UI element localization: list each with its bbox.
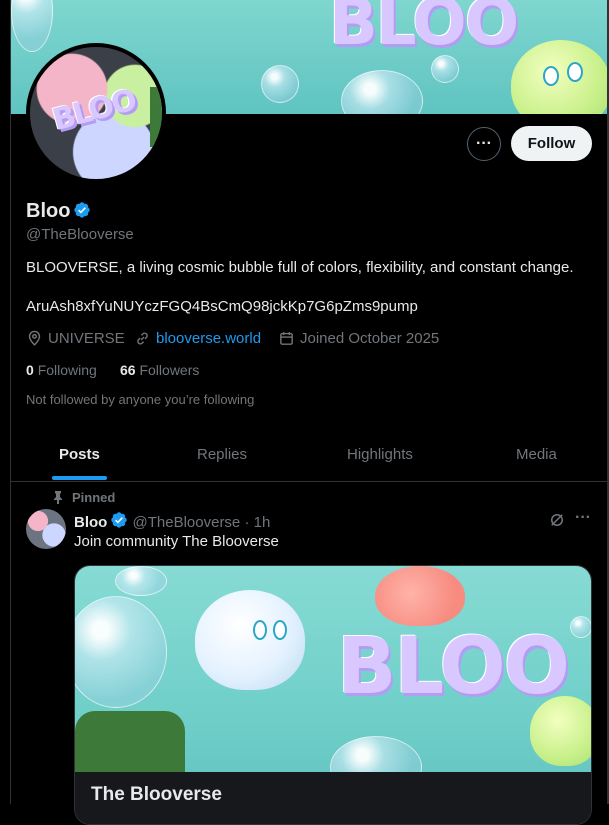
following-label: Following	[37, 362, 97, 378]
post-more-icon[interactable]: ···	[575, 509, 591, 527]
link-icon	[137, 332, 148, 345]
profile-contract-address: AruAsh8xfYuNUYczFGQ4BsCmQ98jckKp7G6pZms9…	[26, 298, 418, 315]
verified-badge-icon[interactable]	[110, 511, 128, 529]
post-author-handle[interactable]: @TheBlooverse	[133, 514, 241, 531]
follow-button[interactable]: Follow	[511, 126, 592, 161]
more-icon: ···	[476, 135, 492, 152]
followers-count: 66	[120, 362, 136, 378]
not-followed-text: Not followed by anyone you’re following	[26, 392, 255, 407]
profile-avatar[interactable]: BLOO	[26, 43, 166, 183]
profile-bio: BLOOVERSE, a living cosmic bubble full o…	[26, 259, 574, 276]
bloo-logo-image: BLOO	[329, 0, 519, 60]
community-card[interactable]: BLOO The Blooverse	[74, 565, 592, 825]
post-author-name[interactable]: Bloo	[74, 514, 107, 531]
bubble-decoration	[261, 65, 299, 103]
bubble-decoration	[570, 616, 591, 638]
left-border	[0, 0, 11, 804]
pin-icon	[54, 491, 62, 504]
profile-joined: Joined October 2025	[278, 330, 439, 347]
green-ghost-image	[511, 40, 607, 114]
tabs-divider	[11, 481, 607, 482]
community-card-title: The Blooverse	[91, 784, 222, 805]
followers-stat[interactable]: 66 Followers	[120, 362, 199, 378]
active-tab-indicator	[52, 476, 107, 480]
bubble-decoration	[75, 596, 167, 708]
profile-handle: @TheBlooverse	[26, 226, 134, 243]
followers-label: Followers	[139, 362, 200, 378]
tab-replies[interactable]: Replies	[197, 446, 247, 463]
green-ghost-image	[530, 696, 591, 766]
website-link[interactable]: blooverse.world	[156, 330, 261, 347]
grok-icon[interactable]	[548, 511, 566, 529]
community-card-footer: The Blooverse	[75, 772, 591, 824]
joined-text: Joined October 2025	[300, 330, 440, 347]
more-options-button[interactable]: ···	[467, 127, 501, 161]
profile-website[interactable]: blooverse.world	[134, 330, 261, 347]
pinned-label: Pinned	[52, 490, 115, 505]
jar-image	[150, 87, 162, 147]
bubble-decoration	[341, 70, 423, 114]
profile-location: UNIVERSE	[26, 330, 125, 347]
jar-image	[75, 711, 185, 772]
bubble-decoration	[11, 0, 53, 52]
red-ghost-image	[375, 566, 465, 626]
profile-name: Bloo	[26, 200, 91, 223]
location-text: UNIVERSE	[48, 330, 125, 347]
post-time[interactable]: 1h	[254, 514, 271, 531]
post-text: Join community The Blooverse	[74, 533, 279, 550]
tab-media[interactable]: Media	[516, 446, 557, 463]
post-separator: ·	[244, 514, 250, 531]
tab-highlights[interactable]: Highlights	[347, 446, 413, 463]
tab-posts[interactable]: Posts	[59, 446, 100, 463]
calendar-icon	[280, 332, 293, 345]
following-count: 0	[26, 362, 34, 378]
verified-badge-icon[interactable]	[73, 201, 91, 219]
post-author-avatar[interactable]	[26, 509, 66, 549]
pinned-text: Pinned	[72, 490, 116, 505]
community-card-image: BLOO	[75, 566, 591, 772]
white-ghost-image	[195, 590, 305, 690]
following-stat[interactable]: 0 Following	[26, 362, 97, 378]
bloo-logo-image: BLOO	[337, 622, 570, 712]
post-header: Bloo @TheBlooverse · 1h	[74, 511, 270, 531]
location-pin-icon	[28, 330, 41, 346]
bubble-decoration	[330, 736, 422, 772]
profile-name-text: Bloo	[26, 200, 71, 222]
bubble-decoration	[115, 566, 167, 596]
